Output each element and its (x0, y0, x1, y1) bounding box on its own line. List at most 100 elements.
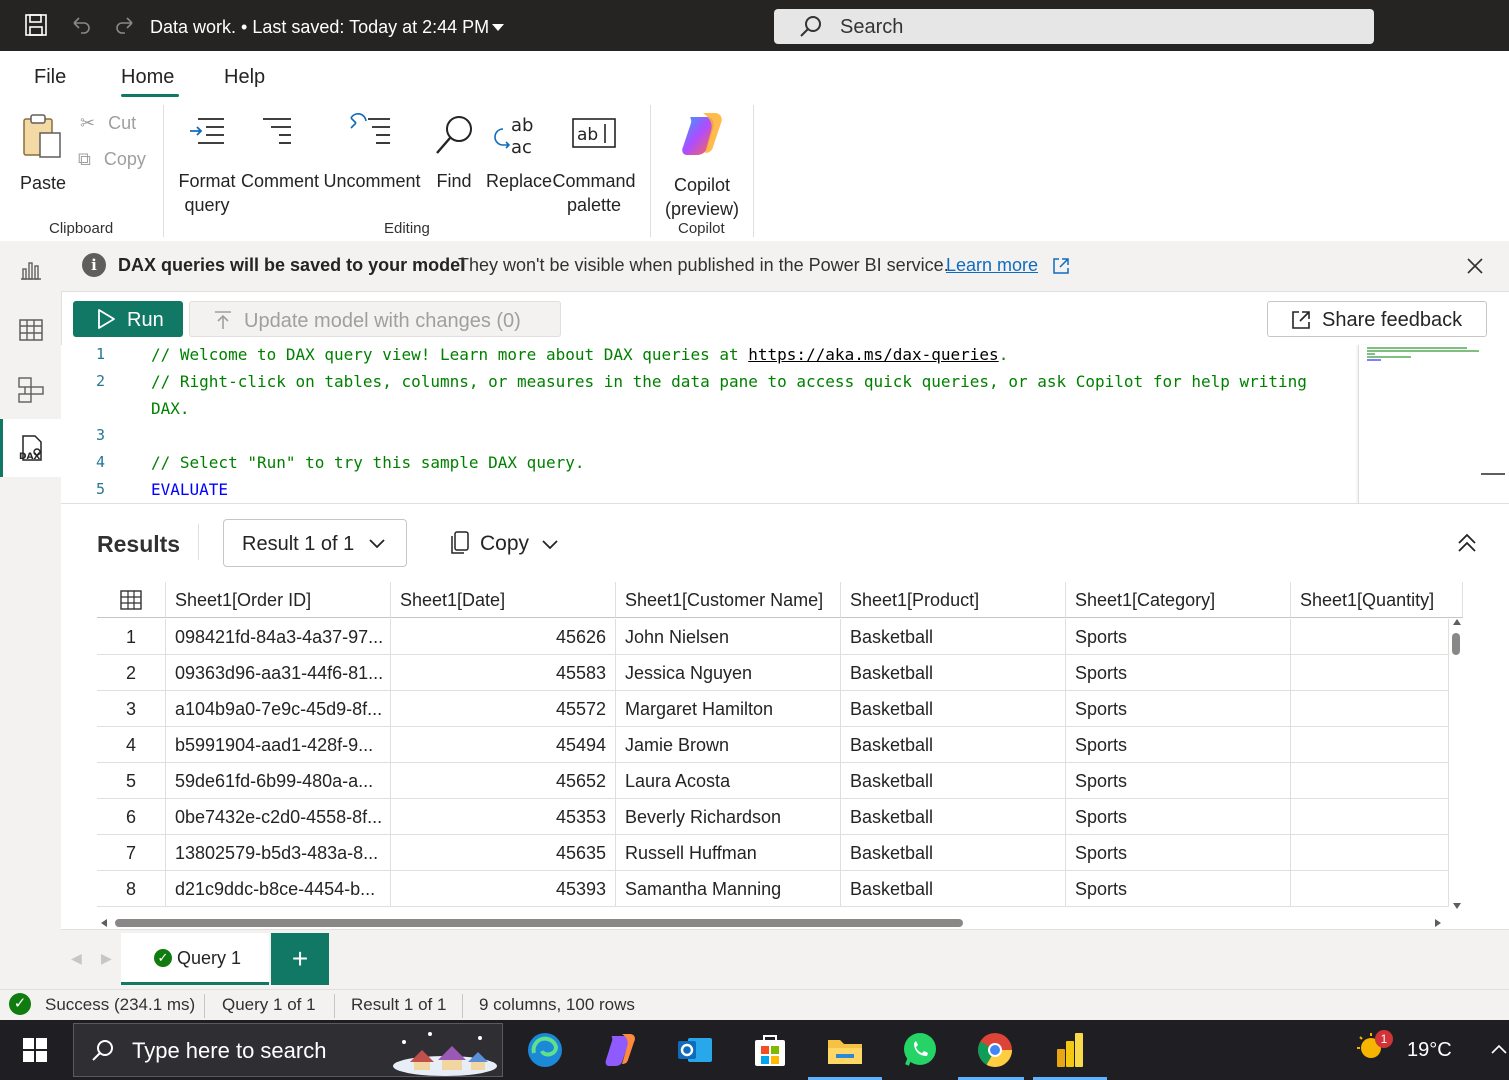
product-cell[interactable]: Basketball (841, 763, 1066, 799)
scroll-down-arrow[interactable] (1453, 903, 1461, 909)
horizontal-scrollbar[interactable] (101, 916, 1441, 930)
category-cell[interactable]: Sports (1066, 763, 1291, 799)
scroll-up-arrow[interactable] (1453, 619, 1461, 625)
scroll-left-arrow[interactable] (101, 919, 107, 927)
table-row[interactable]: 4 b5991904-aad1-428f-9... 45494 Jamie Br… (97, 727, 1449, 763)
date-cell[interactable]: 45652 (391, 763, 616, 799)
collapse-results-icon[interactable] (1456, 532, 1478, 554)
redo-icon[interactable] (112, 12, 138, 38)
find-button[interactable]: Find (428, 113, 480, 193)
tab-help[interactable]: Help (224, 66, 265, 89)
select-all-cell[interactable] (97, 582, 166, 618)
date-cell[interactable]: 45494 (391, 727, 616, 763)
order-id-cell[interactable]: 09363d96-aa31-44f6-81... (166, 655, 391, 691)
scrollbar-thumb[interactable] (1452, 633, 1460, 655)
command-palette-button[interactable]: ab Command palette (552, 113, 636, 217)
customer-name-cell[interactable]: Russell Huffman (616, 835, 841, 871)
uncomment-button[interactable]: Uncomment (322, 113, 422, 193)
close-icon[interactable] (1466, 257, 1484, 275)
order-id-cell[interactable]: 0be7432e-c2d0-4558-8f... (166, 799, 391, 835)
order-id-cell[interactable]: d21c9ddc-b8ce-4454-b... (166, 871, 391, 907)
table-row[interactable]: 3 a104b9a0-7e9c-45d9-8f... 45572 Margare… (97, 691, 1449, 727)
product-cell[interactable]: Basketball (841, 871, 1066, 907)
update-model-button[interactable]: Update model with changes (0) (189, 301, 561, 337)
date-cell[interactable]: 45626 (391, 619, 616, 655)
comment-button[interactable]: Comment (240, 113, 320, 193)
category-cell[interactable]: Sports (1066, 799, 1291, 835)
report-view-button[interactable] (0, 241, 61, 299)
document-title[interactable]: Data work. • Last saved: Today at 2:44 P… (150, 17, 489, 38)
table-row[interactable]: 6 0be7432e-c2d0-4558-8f... 45353 Beverly… (97, 799, 1449, 835)
start-button[interactable] (11, 1026, 59, 1074)
model-view-button[interactable] (0, 361, 61, 419)
table-row[interactable]: 8 d21c9ddc-b8ce-4454-b... 45393 Samantha… (97, 871, 1449, 907)
dax-query-view-button[interactable]: DAX (0, 419, 61, 477)
tab-scroll-right-icon[interactable]: ▶ (101, 950, 112, 967)
order-id-cell[interactable]: 59de61fd-6b99-480a-a... (166, 763, 391, 799)
product-cell[interactable]: Basketball (841, 619, 1066, 655)
chrome-app[interactable] (971, 1026, 1019, 1074)
quantity-cell[interactable] (1291, 871, 1449, 907)
product-cell[interactable]: Basketball (841, 655, 1066, 691)
scrollbar-thumb[interactable] (115, 919, 963, 927)
chevron-down-icon[interactable] (492, 24, 504, 31)
customer-name-cell[interactable]: Jessica Nguyen (616, 655, 841, 691)
copy-button[interactable]: ⧉ Copy (78, 147, 146, 171)
table-row[interactable]: 7 13802579-b5d3-483a-8... 45635 Russell … (97, 835, 1449, 871)
date-cell[interactable]: 45393 (391, 871, 616, 907)
copy-results-button[interactable]: Copy (447, 530, 567, 560)
search-input[interactable]: Search (774, 9, 1374, 44)
date-cell[interactable]: 45353 (391, 799, 616, 835)
taskbar-search[interactable]: Type here to search (73, 1023, 503, 1077)
date-cell[interactable]: 45583 (391, 655, 616, 691)
customer-name-cell[interactable]: John Nielsen (616, 619, 841, 655)
category-cell[interactable]: Sports (1066, 871, 1291, 907)
customer-name-cell[interactable]: Laura Acosta (616, 763, 841, 799)
table-row[interactable]: 5 59de61fd-6b99-480a-a... 45652 Laura Ac… (97, 763, 1449, 799)
results-grid[interactable]: Sheet1[Order ID] Sheet1[Date] Sheet1[Cus… (97, 582, 1463, 916)
copilot-app[interactable] (596, 1026, 644, 1074)
whatsapp-app[interactable] (896, 1026, 944, 1074)
category-cell[interactable]: Sports (1066, 835, 1291, 871)
category-cell[interactable]: Sports (1066, 691, 1291, 727)
order-id-cell[interactable]: b5991904-aad1-428f-9... (166, 727, 391, 763)
order-id-cell[interactable]: 13802579-b5d3-483a-8... (166, 835, 391, 871)
category-cell[interactable]: Sports (1066, 655, 1291, 691)
replace-button[interactable]: ab ac Replace (486, 113, 552, 193)
order-id-cell[interactable]: 098421fd-84a3-4a37-97... (166, 619, 391, 655)
undo-icon[interactable] (68, 12, 94, 38)
vertical-scrollbar[interactable] (1450, 619, 1462, 911)
column-header[interactable]: Sheet1[Quantity] (1291, 582, 1463, 618)
quantity-cell[interactable] (1291, 655, 1449, 691)
format-query-button[interactable]: Format query (176, 113, 238, 217)
tab-file[interactable]: File (34, 66, 66, 89)
save-icon[interactable] (23, 12, 49, 38)
order-id-cell[interactable]: a104b9a0-7e9c-45d9-8f... (166, 691, 391, 727)
quantity-cell[interactable] (1291, 727, 1449, 763)
run-button[interactable]: Run (73, 301, 183, 337)
quantity-cell[interactable] (1291, 691, 1449, 727)
cut-button[interactable]: ✂ Cut (80, 111, 136, 135)
tab-scroll-left-icon[interactable]: ◀ (71, 950, 82, 967)
learn-more-link[interactable]: Learn more (946, 255, 1038, 276)
quantity-cell[interactable] (1291, 835, 1449, 871)
copilot-button[interactable]: Copilot (preview) (662, 111, 742, 221)
table-row[interactable]: 1 098421fd-84a3-4a37-97... 45626 John Ni… (97, 619, 1449, 655)
file-explorer-app[interactable] (821, 1026, 869, 1074)
customer-name-cell[interactable]: Margaret Hamilton (616, 691, 841, 727)
customer-name-cell[interactable]: Jamie Brown (616, 727, 841, 763)
product-cell[interactable]: Basketball (841, 799, 1066, 835)
share-feedback-button[interactable]: Share feedback (1267, 301, 1487, 337)
column-header[interactable]: Sheet1[Category] (1066, 582, 1291, 618)
table-row[interactable]: 2 09363d96-aa31-44f6-81... 45583 Jessica… (97, 655, 1449, 691)
column-header[interactable]: Sheet1[Product] (841, 582, 1066, 618)
outlook-app[interactable] (671, 1026, 719, 1074)
product-cell[interactable]: Basketball (841, 691, 1066, 727)
dax-editor[interactable]: 1 2 3 4 5 // Welcome to DAX query view! … (61, 345, 1509, 503)
category-cell[interactable]: Sports (1066, 619, 1291, 655)
customer-name-cell[interactable]: Beverly Richardson (616, 799, 841, 835)
column-header[interactable]: Sheet1[Date] (391, 582, 616, 618)
tab-home[interactable]: Home (121, 66, 174, 89)
customer-name-cell[interactable]: Samantha Manning (616, 871, 841, 907)
paste-button[interactable]: Paste (18, 111, 68, 195)
